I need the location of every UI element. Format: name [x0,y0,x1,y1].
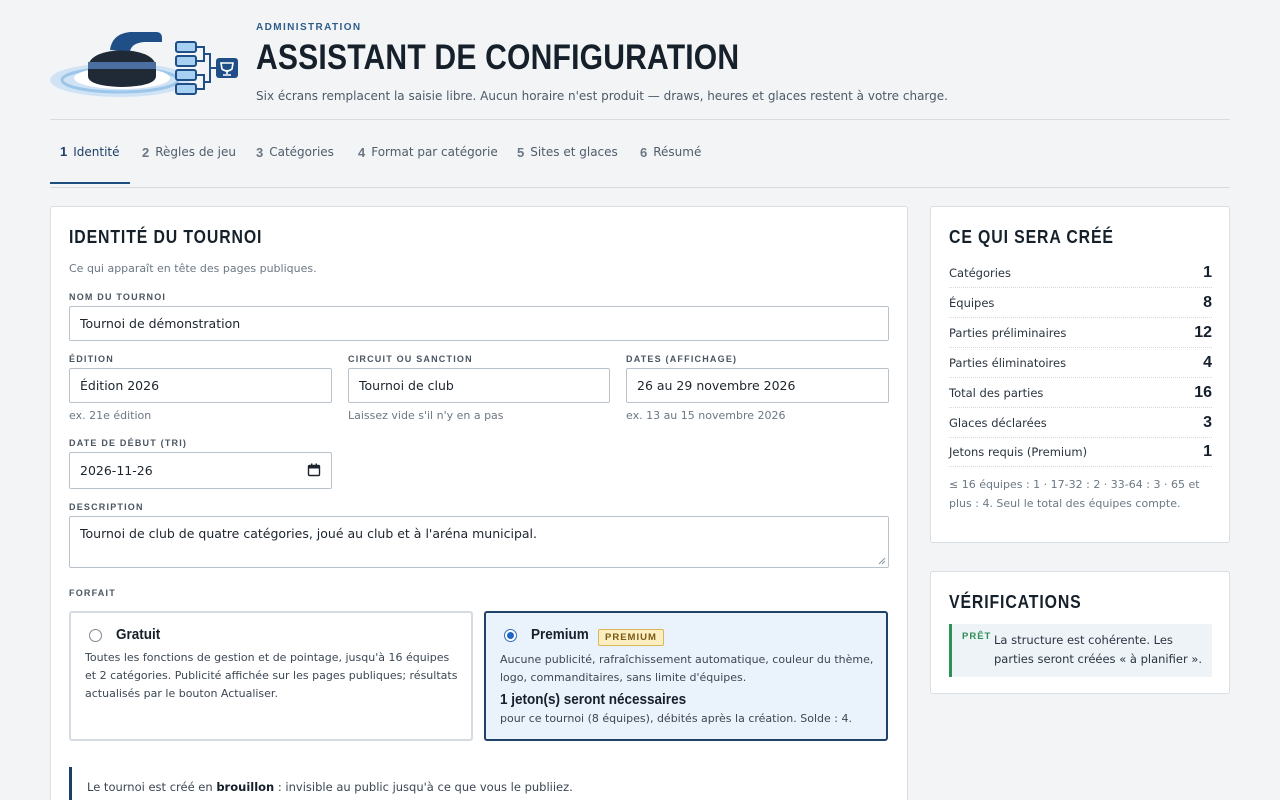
tab-categories[interactable]: 3 Catégories [246,121,344,183]
plan-premium-name: Premium [531,626,589,643]
circuit-label: CIRCUIT OU SANCTION [348,354,473,364]
identity-intro: Ce qui apparaît en tête des pages publiq… [69,262,317,275]
summary-row: Catégories 1 [949,258,1212,288]
edition-input[interactable]: Édition 2026 [69,368,332,403]
tournament-name-input[interactable]: Tournoi de démonstration [69,306,889,341]
plan-free-radio[interactable] [89,629,102,642]
tab-label: Sites et glaces [530,145,618,159]
token-scale-note: ≤ 16 équipes : 1 · 17-32 : 2 · 33-64 : 3… [949,478,1200,510]
plan-free-description: Toutes les fonctions de gestion et de po… [85,651,458,700]
start-date-input[interactable]: 2026-11-26 [69,452,332,489]
tab-label: Catégories [269,145,334,159]
description-textarea[interactable]: Tournoi de club de quatre catégories, jo… [69,516,889,568]
summary-row-label: Parties préliminaires [949,325,1067,340]
resize-grip-icon[interactable] [878,557,886,565]
summary-row: Équipes 8 [949,288,1212,318]
tab-number: 6 [640,144,648,160]
edition-hint: ex. 21e édition [69,409,152,422]
tab-resume[interactable]: 6 Résumé [630,121,711,183]
display-dates-hint: ex. 13 au 15 novembre 2026 [626,409,786,422]
tab-number: 3 [256,144,264,160]
identity-card-title: IDENTITÉ DU TOURNOI [69,227,263,247]
draft-notice: Le tournoi est créé en brouillon : invis… [69,767,889,800]
plan-premium-description: Aucune publicité, rafraîchissement autom… [500,653,874,684]
summary-row-label: Parties éliminatoires [949,355,1067,370]
verification-title: VÉRIFICATIONS [949,592,1082,612]
tab-number: 2 [142,144,150,160]
circuit-input[interactable]: Tournoi de club [348,368,610,403]
summary-card: CE QUI SERA CRÉÉ Catégories 1 Équipes 8 … [930,206,1230,543]
circuit-hint: Laissez vide s'il n'y en a pas [348,409,504,422]
start-date-value: 2026-11-26 [80,463,153,478]
tab-sites-et-glaces[interactable]: 5 Sites et glaces [507,121,628,183]
summary-row: Glaces déclarées 3 [949,408,1212,438]
plan-option-premium[interactable]: Premium PREMIUM Aucune publicité, rafraî… [484,611,888,741]
description-value: Tournoi de club de quatre catégories, jo… [80,526,538,541]
summary-row: Parties éliminatoires 4 [949,348,1212,378]
tab-number: 1 [60,144,68,159]
summary-row-value: 4 [1203,353,1212,371]
verification-message: La structure est cohérente. Les parties … [994,633,1203,666]
page-subtitle: Six écrans remplacent la saisie libre. A… [256,89,948,103]
wizard-steps: 1 Identité 2 Règles de jeu 3 Catégories … [50,121,1230,188]
edition-label: ÉDITION [69,354,114,364]
summary-row-label: Total des parties [949,385,1044,400]
curling-stone-bracket-logo [50,32,238,97]
plan-label: FORFAIT [69,588,116,598]
summary-row-value: 3 [1203,413,1212,431]
summary-row-label: Équipes [949,295,995,310]
summary-row-label: Catégories [949,265,1011,280]
tab-regles-de-jeu[interactable]: 2 Règles de jeu [132,121,246,183]
summary-row-value: 1 [1203,263,1212,281]
draft-notice-bold: brouillon [216,780,275,794]
plan-option-free[interactable]: Gratuit Toutes les fonctions de gestion … [69,611,473,741]
tab-identite[interactable]: 1 Identité [50,121,130,184]
description-label: DESCRIPTION [69,502,144,512]
tournament-name-label: NOM DU TOURNOI [69,292,167,302]
page-title: ASSISTANT DE CONFIGURATION [256,38,740,77]
tab-number: 5 [517,144,525,160]
summary-row: Total des parties 16 [949,378,1212,408]
display-dates-label: DATES (AFFICHAGE) [626,354,738,364]
summary-row-value: 16 [1194,383,1212,401]
plan-premium-radio[interactable] [504,629,517,642]
page: ADMINISTRATION ASSISTANT DE CONFIGURATIO… [0,0,1280,800]
tab-number: 4 [358,144,366,160]
verification-status: PRÊT La structure est cohérente. Les par… [949,624,1212,677]
summary-row: Jetons requis (Premium) 1 [949,437,1212,467]
tab-format-par-categorie[interactable]: 4 Format par catégorie [348,121,508,183]
display-dates-input[interactable]: 26 au 29 novembre 2026 [626,368,889,403]
identity-card: IDENTITÉ DU TOURNOI Ce qui apparaît en t… [50,206,908,800]
draft-notice-pre: Le tournoi est créé en [87,780,217,794]
summary-row: Parties préliminaires 12 [949,318,1212,348]
summary-title: CE QUI SERA CRÉÉ [949,227,1114,247]
plan-free-name: Gratuit [116,626,161,643]
tab-label: Format par catégorie [371,145,498,159]
verification-card: VÉRIFICATIONS PRÊT La structure est cohé… [930,571,1230,694]
page-header: ADMINISTRATION ASSISTANT DE CONFIGURATIO… [50,20,1230,120]
plan-premium-tokens-detail: pour ce tournoi (8 équipes), débités apr… [500,712,852,725]
premium-badge: PREMIUM [598,629,664,646]
draft-notice-post: : invisible au public jusqu'à ce que vou… [274,780,573,794]
plan-premium-tokens: 1 jeton(s) seront nécessaires [500,691,687,708]
summary-row-label: Jetons requis (Premium) [949,444,1088,459]
page-eyebrow: ADMINISTRATION [256,22,362,33]
calendar-icon[interactable] [307,463,321,477]
tab-label: Résumé [653,145,702,159]
summary-row-label: Glaces déclarées [949,415,1047,430]
summary-row-value: 12 [1194,323,1212,341]
tab-label: Identité [73,144,120,159]
tab-label: Règles de jeu [155,145,236,159]
summary-row-value: 8 [1203,293,1212,311]
summary-row-value: 1 [1203,442,1212,460]
status-badge: PRÊT [962,631,992,642]
start-date-label: DATE DE DÉBUT (TRI) [69,438,188,448]
